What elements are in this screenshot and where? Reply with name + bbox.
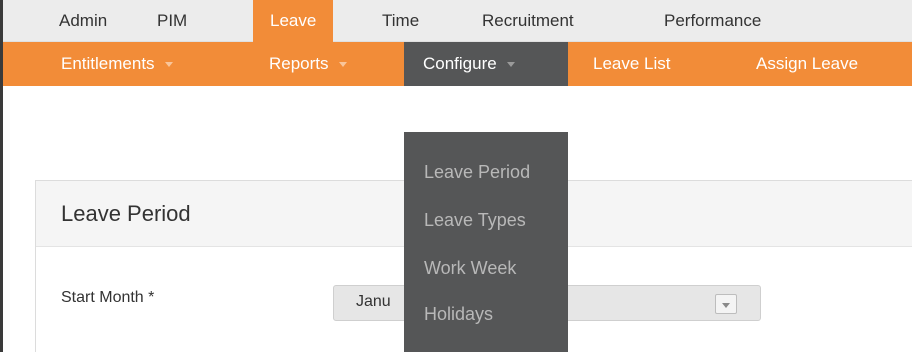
- chevron-down-icon[interactable]: [715, 294, 737, 314]
- required-marker: *: [148, 289, 155, 306]
- main-menu-item-time[interactable]: Time: [382, 0, 419, 42]
- dropdown-item-holidays[interactable]: Holidays: [424, 304, 493, 325]
- caret-down-icon: [338, 62, 347, 68]
- sub-menu-item-entitlements[interactable]: Entitlements: [61, 42, 173, 86]
- main-menu-item-performance[interactable]: Performance: [664, 0, 761, 42]
- configure-dropdown-menu: Leave Period Leave Types Work Week Holid…: [404, 132, 568, 352]
- sub-menu-label: Entitlements: [61, 54, 155, 73]
- app-frame: Admin PIM Leave Time Recruitment Perform…: [0, 0, 912, 352]
- dropdown-item-leave-types[interactable]: Leave Types: [424, 210, 526, 231]
- main-menu-item-pim[interactable]: PIM: [157, 0, 187, 42]
- main-menu-item-admin[interactable]: Admin: [59, 0, 107, 42]
- sub-menu-label: Reports: [269, 54, 329, 73]
- top-navigation: Admin PIM Leave Time Recruitment Perform…: [3, 0, 912, 86]
- sub-menu-item-configure[interactable]: Configure: [404, 42, 568, 86]
- main-menu-bar: Admin PIM Leave Time Recruitment Perform…: [3, 0, 912, 42]
- sub-menu-bar: Entitlements Reports Configure Leave Lis…: [3, 42, 912, 86]
- page-title: Leave Period: [61, 201, 191, 226]
- sub-menu-label: Configure: [423, 54, 497, 73]
- start-month-label-text: Start Month: [61, 289, 144, 306]
- dropdown-item-leave-period[interactable]: Leave Period: [424, 162, 530, 183]
- sub-menu-item-leave-list[interactable]: Leave List: [593, 42, 671, 86]
- caret-down-icon: [164, 62, 173, 68]
- sub-menu-item-assign-leave[interactable]: Assign Leave: [756, 42, 858, 86]
- caret-down-icon: [506, 62, 515, 68]
- start-month-value: Janu: [356, 293, 391, 310]
- dropdown-item-work-week[interactable]: Work Week: [424, 258, 516, 279]
- start-month-label: Start Month *: [61, 289, 154, 307]
- main-menu-item-leave[interactable]: Leave: [253, 0, 334, 42]
- sub-menu-item-reports[interactable]: Reports: [269, 42, 347, 86]
- main-menu-item-recruitment[interactable]: Recruitment: [482, 0, 574, 42]
